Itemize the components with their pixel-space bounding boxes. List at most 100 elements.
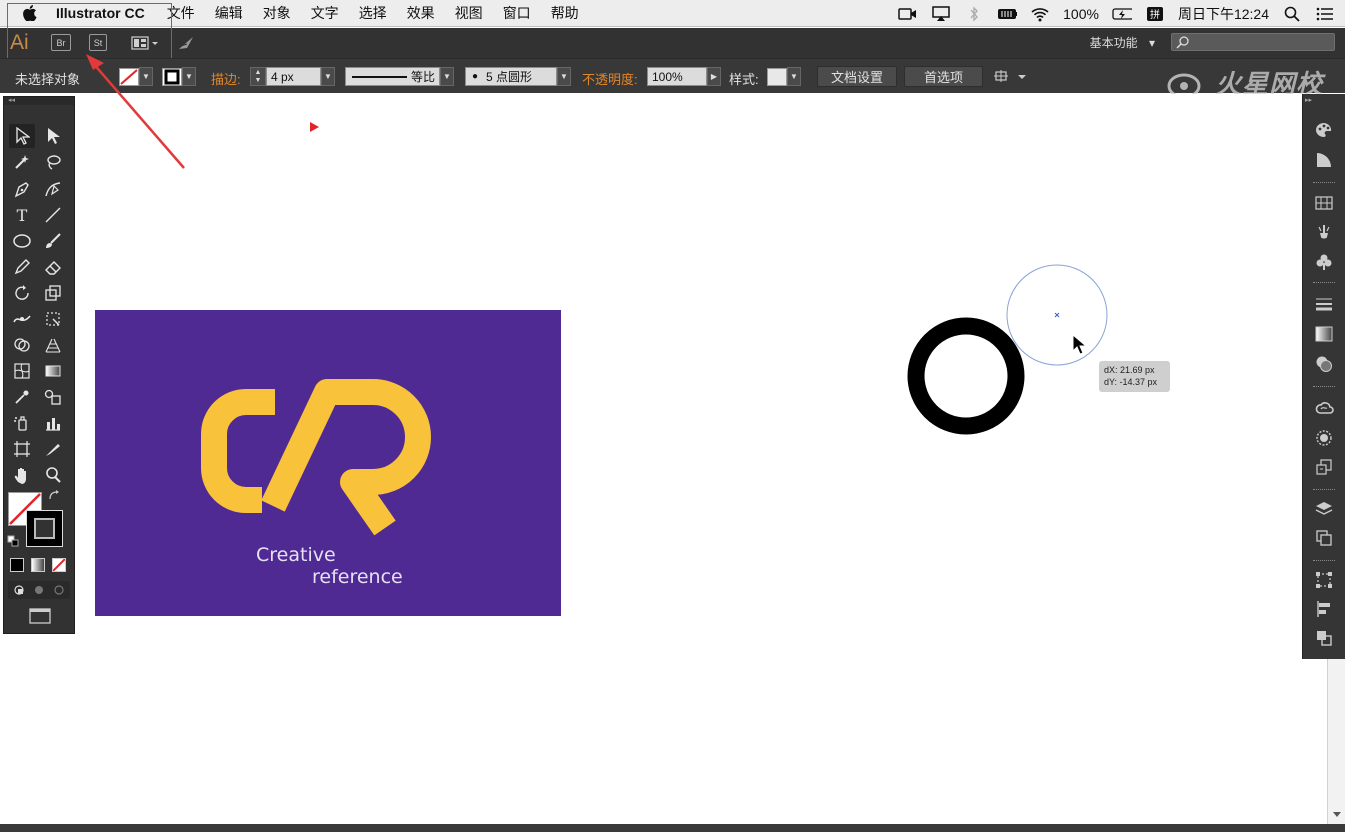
facetime-camera-icon[interactable] bbox=[898, 6, 918, 22]
curvature-tool-icon[interactable] bbox=[40, 177, 66, 201]
transparency-panel-icon[interactable] bbox=[1311, 352, 1337, 376]
color-guide-panel-icon[interactable] bbox=[1311, 148, 1337, 172]
profile-dropdown[interactable]: ▼ bbox=[440, 67, 454, 86]
scroll-down-arrow-icon[interactable] bbox=[1328, 808, 1345, 822]
hand-tool-icon[interactable] bbox=[9, 463, 35, 487]
menubar-clock[interactable]: 周日下午12:24 bbox=[1178, 4, 1269, 24]
stroke-weight-dropdown[interactable]: ▼ bbox=[321, 67, 335, 86]
arrange-options-button[interactable] bbox=[993, 68, 1029, 86]
gradient-panel-icon[interactable] bbox=[1311, 322, 1337, 346]
symbols-panel-icon[interactable] bbox=[1311, 250, 1337, 274]
logo-artwork[interactable]: Creative reference bbox=[95, 310, 561, 616]
color-panel-icon[interactable] bbox=[1311, 118, 1337, 142]
shape-builder-tool-icon[interactable] bbox=[9, 333, 35, 357]
eraser-tool-icon[interactable] bbox=[40, 255, 66, 279]
tools-panel-grip[interactable]: ◂◂ bbox=[4, 97, 74, 105]
brush-definition[interactable]: ● 5 点圆形 bbox=[465, 67, 557, 86]
battery-charging-icon[interactable] bbox=[1112, 6, 1132, 22]
zoom-tool-icon[interactable] bbox=[40, 463, 66, 487]
width-tool-icon[interactable] bbox=[9, 307, 35, 331]
brushes-panel-icon[interactable] bbox=[1311, 221, 1337, 245]
battery-menu-icon[interactable] bbox=[997, 6, 1018, 22]
document-setup-button[interactable]: 文档设置 bbox=[817, 66, 897, 87]
dock-group-divider bbox=[1313, 560, 1335, 563]
menu-select[interactable]: 选择 bbox=[359, 3, 387, 23]
mesh-tool-icon[interactable] bbox=[9, 359, 35, 383]
free-transform-tool-icon[interactable] bbox=[40, 307, 66, 331]
appearance-panel-icon[interactable] bbox=[1311, 426, 1337, 450]
pencil-tool-icon[interactable] bbox=[9, 255, 35, 279]
screen-mode-icon[interactable] bbox=[26, 605, 54, 627]
menu-effect[interactable]: 效果 bbox=[407, 3, 435, 23]
line-segment-tool-icon[interactable] bbox=[40, 203, 66, 227]
magic-wand-tool-icon[interactable] bbox=[9, 150, 35, 174]
menu-type[interactable]: 文字 bbox=[311, 3, 339, 23]
stroke-weight-field[interactable]: 4 px bbox=[266, 67, 321, 86]
type-tool-icon[interactable]: T bbox=[9, 203, 35, 227]
input-method-pinyin-icon[interactable]: 拼 bbox=[1145, 6, 1165, 22]
ellipse-tool-icon[interactable] bbox=[9, 229, 35, 253]
graphic-style-swatch[interactable] bbox=[767, 68, 787, 86]
stroke-label[interactable]: 描边: bbox=[211, 69, 241, 88]
creative-cloud-libraries-icon[interactable] bbox=[1311, 396, 1337, 420]
none-mode-button[interactable] bbox=[52, 558, 66, 572]
menu-object[interactable]: 对象 bbox=[263, 3, 291, 23]
opacity-slider-arrow[interactable]: ▶ bbox=[707, 67, 721, 86]
rotate-tool-icon[interactable] bbox=[9, 281, 35, 305]
airplay-icon[interactable] bbox=[931, 5, 951, 22]
vertical-scrollbar[interactable] bbox=[1327, 659, 1345, 824]
battery-percentage: 100% bbox=[1063, 5, 1099, 22]
bluetooth-icon[interactable] bbox=[964, 5, 984, 22]
stroke-color-box[interactable] bbox=[26, 510, 63, 547]
spotlight-search-icon[interactable] bbox=[1282, 6, 1302, 22]
control-bar: 未选择对象 ▼ ▼ 描边: ▲ ▼ 4 px ▼ 等比 ▼ ● 5 点圆形 ▼ 不… bbox=[0, 58, 1345, 93]
menu-window[interactable]: 窗口 bbox=[503, 3, 531, 23]
asset-export-panel-icon[interactable] bbox=[1311, 455, 1337, 479]
paintbrush-tool-icon[interactable] bbox=[40, 229, 66, 253]
default-fill-stroke-icon[interactable] bbox=[6, 534, 20, 548]
color-mode-button[interactable] bbox=[10, 558, 24, 572]
graphic-style-dropdown[interactable]: ▼ bbox=[787, 67, 801, 86]
logo-text-creative: Creative bbox=[256, 544, 336, 566]
slice-tool-icon[interactable] bbox=[40, 437, 66, 461]
pathfinder-panel-icon[interactable] bbox=[1311, 626, 1337, 650]
lasso-tool-icon[interactable] bbox=[40, 150, 66, 174]
stroke-panel-icon[interactable] bbox=[1311, 292, 1337, 316]
symbol-sprayer-tool-icon[interactable] bbox=[9, 411, 35, 435]
dock-group-divider bbox=[1313, 386, 1335, 389]
scale-tool-icon[interactable] bbox=[40, 281, 66, 305]
preferences-button[interactable]: 首选项 bbox=[904, 66, 983, 87]
brush-dropdown[interactable]: ▼ bbox=[557, 67, 571, 86]
blend-tool-icon[interactable] bbox=[40, 385, 66, 409]
swatches-panel-icon[interactable] bbox=[1311, 191, 1337, 215]
opacity-label[interactable]: 不透明度: bbox=[582, 69, 638, 88]
perspective-grid-tool-icon[interactable] bbox=[40, 333, 66, 357]
transform-panel-icon[interactable] bbox=[1311, 568, 1337, 592]
notification-center-icon[interactable] bbox=[1315, 6, 1335, 22]
direct-selection-tool-icon[interactable] bbox=[40, 124, 66, 148]
artboard-tool-icon[interactable] bbox=[9, 437, 35, 461]
workspace-switcher[interactable]: 基本功能 ▾ bbox=[1090, 34, 1155, 51]
draw-modes-bar[interactable] bbox=[8, 581, 70, 599]
menu-view[interactable]: 视图 bbox=[455, 3, 483, 23]
gradient-tool-icon[interactable] bbox=[40, 359, 66, 383]
pen-tool-icon[interactable] bbox=[9, 177, 35, 201]
align-panel-icon[interactable] bbox=[1311, 597, 1337, 621]
column-graph-tool-icon[interactable] bbox=[40, 411, 66, 435]
stroke-weight-stepper[interactable]: ▲ ▼ bbox=[250, 67, 266, 86]
layers-panel-icon[interactable] bbox=[1311, 497, 1337, 521]
menu-help[interactable]: 帮助 bbox=[551, 3, 579, 23]
help-search-input[interactable] bbox=[1171, 33, 1335, 51]
selection-tool-icon[interactable] bbox=[9, 124, 35, 148]
dock-group-divider bbox=[1313, 489, 1335, 492]
swap-fill-stroke-icon[interactable] bbox=[46, 489, 62, 503]
eyedropper-tool-icon[interactable] bbox=[9, 385, 35, 409]
artboards-panel-icon[interactable] bbox=[1311, 526, 1337, 550]
variable-width-profile[interactable]: 等比 bbox=[345, 67, 440, 86]
tools-panel: ◂◂ T bbox=[3, 96, 75, 634]
gradient-mode-button[interactable] bbox=[31, 558, 45, 572]
dock-collapse-grip[interactable]: ▸▸ bbox=[1305, 96, 1312, 104]
opacity-field[interactable]: 100% bbox=[647, 67, 707, 86]
menu-edit[interactable]: 编辑 bbox=[215, 3, 243, 23]
wifi-icon[interactable] bbox=[1030, 6, 1050, 22]
